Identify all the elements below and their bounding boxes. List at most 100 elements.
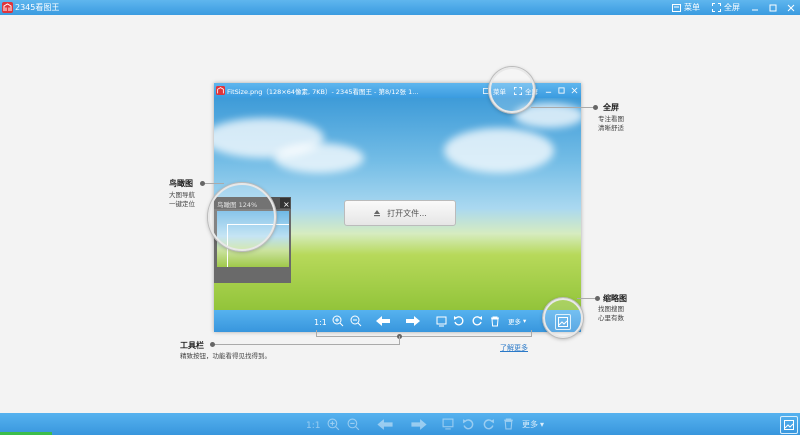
fullscreen-highlight-circle	[489, 67, 535, 113]
menu-label: 菜单	[684, 3, 700, 12]
rotate-left-icon	[462, 418, 475, 431]
rotate-left-icon	[453, 315, 465, 327]
zoom-out-icon	[347, 418, 360, 431]
maximize-icon	[558, 87, 565, 94]
menu-button[interactable]: 菜单	[666, 0, 706, 15]
rotate-right-icon	[482, 418, 495, 431]
fit-button[interactable]	[438, 414, 458, 434]
rotate-right-button[interactable]	[470, 314, 484, 328]
demo-maximize-button[interactable]	[555, 83, 568, 98]
demo-toolbar: 1:1 更多 ▾	[214, 310, 581, 332]
close-icon: ×	[283, 200, 290, 209]
bird-annotation-line1: 大图导航	[169, 191, 195, 199]
more-menu[interactable]: 更多 ▾	[518, 419, 548, 430]
bird-leader-dot	[200, 181, 205, 186]
maximize-button[interactable]	[764, 0, 782, 15]
zoom-out-button[interactable]	[343, 414, 363, 434]
bottom-toolbar: 1:1 更多 ▾	[0, 413, 800, 435]
next-button[interactable]	[406, 414, 432, 434]
maximize-icon	[769, 4, 777, 12]
bird-leader-line	[204, 183, 224, 184]
actual-size-icon: 1:1	[314, 317, 326, 326]
toolbar-leader-vertical	[399, 336, 400, 344]
rotate-right-button[interactable]	[478, 414, 498, 434]
more-menu[interactable]: 更多 ▾	[508, 314, 526, 328]
minimize-icon	[751, 4, 759, 12]
previous-button[interactable]	[372, 414, 398, 434]
fullscreen-leader-line	[531, 107, 595, 108]
zoom-in-button[interactable]	[323, 414, 343, 434]
delete-button[interactable]	[488, 314, 502, 328]
next-icon	[410, 418, 428, 431]
close-icon	[571, 87, 578, 94]
svg-text:1:1: 1:1	[306, 421, 320, 429]
toolbar-annotation-line1: 精致按钮，功能看得见找得到。	[180, 352, 271, 360]
demo-minimize-button[interactable]	[542, 83, 555, 98]
zoom-out-icon	[350, 315, 362, 327]
fullscreen-label: 全屏	[724, 3, 740, 12]
thumbnail-annotation-title: 缩略图	[603, 294, 627, 303]
bird-view-highlight-circle	[208, 183, 276, 251]
actual-size-icon: 1:1	[306, 419, 320, 429]
cloud	[274, 143, 364, 173]
thumbnail-leader-dot	[595, 296, 600, 301]
toolbar-leader-dot	[210, 342, 215, 347]
zoom-in-icon	[327, 418, 340, 431]
toolbar-annotation-title: 工具栏	[180, 341, 204, 350]
bird-annotation-title: 鸟瞰图	[169, 179, 193, 188]
app-title: 2345看图王	[15, 3, 60, 12]
fullscreen-annotation-title: 全屏	[603, 103, 619, 112]
app-title-bar: 2345看图王 菜单 全屏	[0, 0, 800, 15]
minimize-icon	[545, 87, 552, 94]
svg-text:1:1: 1:1	[314, 318, 326, 326]
previous-icon	[376, 418, 394, 431]
chevron-down-icon: ▾	[523, 317, 527, 325]
cloud	[444, 128, 554, 173]
zoom-in-icon	[332, 315, 344, 327]
chevron-down-icon: ▾	[540, 419, 545, 429]
bird-view-close-button[interactable]: ×	[280, 198, 290, 209]
menu-icon	[672, 3, 681, 12]
fit-icon	[442, 418, 454, 430]
demo-close-button[interactable]	[568, 83, 581, 98]
fullscreen-leader-dot	[593, 105, 598, 110]
thumbnail-leader-line	[577, 298, 597, 299]
previous-icon	[375, 315, 391, 327]
delete-icon	[503, 418, 514, 430]
thumbnail-annotation-line1: 找图搜图	[598, 305, 624, 313]
rotate-left-button[interactable]	[452, 314, 466, 328]
close-icon	[787, 4, 795, 12]
zoom-out-button[interactable]	[349, 314, 363, 328]
fit-button[interactable]	[434, 314, 448, 328]
next-icon	[405, 315, 421, 327]
open-file-label: 打开文件...	[387, 208, 427, 218]
learn-more-link[interactable]: 了解更多	[500, 343, 528, 353]
delete-button[interactable]	[498, 414, 518, 434]
eject-icon	[373, 209, 381, 217]
more-label: 更多	[508, 318, 521, 326]
fullscreen-button[interactable]: 全屏	[706, 0, 746, 15]
thumbnail-annotation-line2: 心里有数	[598, 314, 624, 322]
actual-size-button[interactable]: 1:1	[313, 314, 327, 328]
delete-icon	[490, 316, 500, 327]
actual-size-button[interactable]: 1:1	[303, 414, 323, 434]
toolbar-bracket-base	[316, 336, 532, 337]
thumbnail-highlight-circle	[543, 298, 583, 338]
fit-icon	[436, 316, 447, 327]
more-label: 更多	[522, 419, 538, 429]
demo-window-title: FitSize.png（128×64像素, 7KB）- 2345看图王 - 第8…	[227, 88, 419, 96]
open-file-button[interactable]: 打开文件...	[344, 200, 456, 226]
thumbnail-icon	[784, 420, 794, 430]
toolbar-leader-line	[214, 344, 400, 345]
previous-button[interactable]	[374, 314, 392, 328]
rotate-left-button[interactable]	[458, 414, 478, 434]
bird-annotation-line2: 一键定位	[169, 200, 195, 208]
app-logo-icon	[216, 86, 225, 95]
fullscreen-annotation-line2: 清晰舒适	[598, 124, 624, 132]
close-button[interactable]	[782, 0, 800, 15]
rotate-right-icon	[471, 315, 483, 327]
minimize-button[interactable]	[746, 0, 764, 15]
thumbnail-button[interactable]	[780, 416, 798, 434]
next-button[interactable]	[404, 314, 422, 328]
zoom-in-button[interactable]	[331, 314, 345, 328]
